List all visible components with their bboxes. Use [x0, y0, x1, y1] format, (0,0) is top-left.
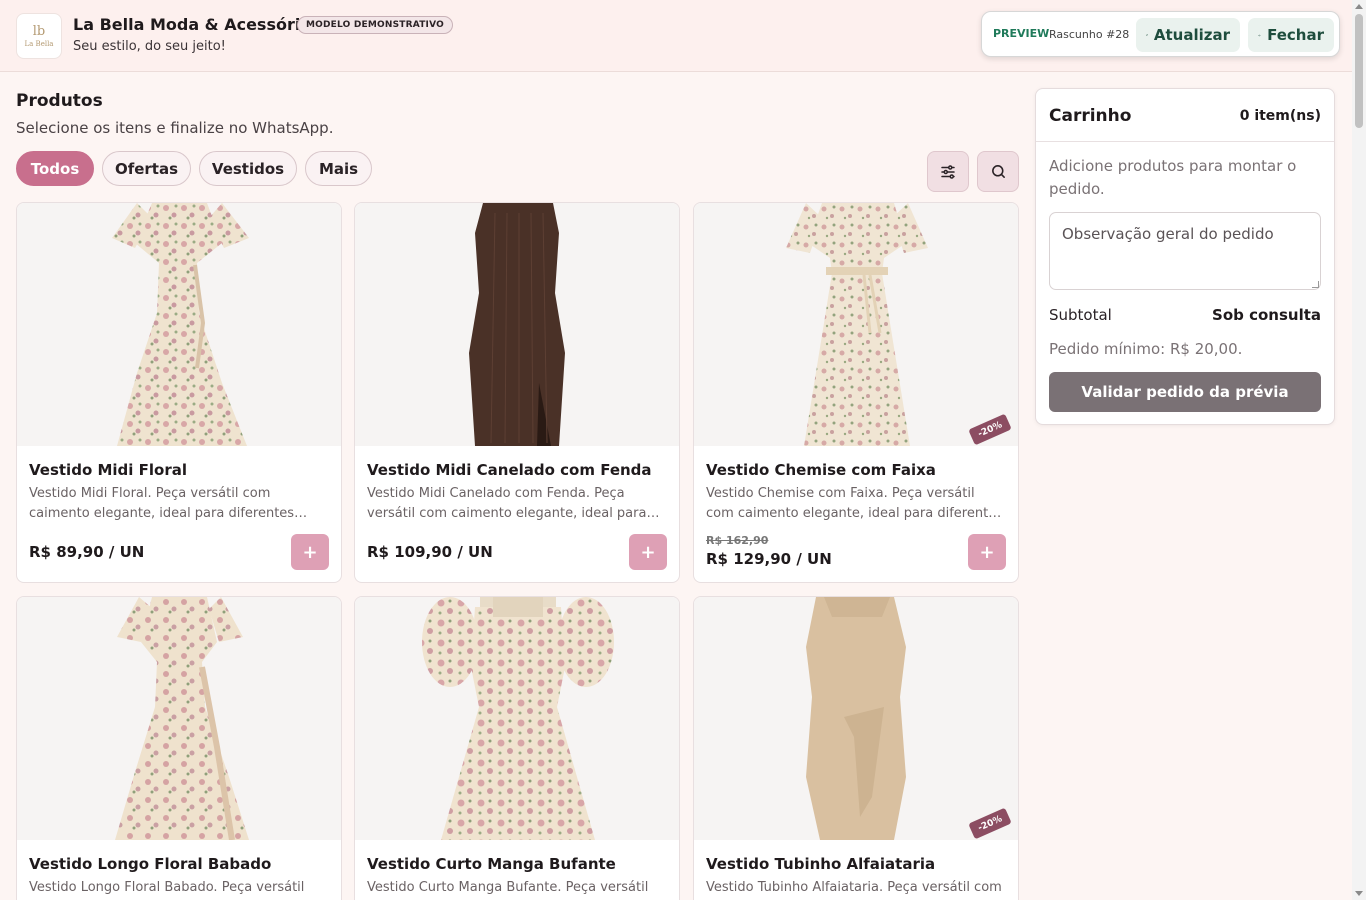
refresh-icon	[1146, 34, 1148, 36]
product-card[interactable]: Vestido Midi Canelado com Fenda Vestido …	[354, 202, 680, 583]
product-description: Vestido Midi Canelado com Fenda. Peça ve…	[367, 486, 647, 521]
product-name: Vestido Midi Canelado com Fenda	[367, 461, 652, 479]
product-name: Vestido Tubinho Alfaiataria	[706, 855, 936, 873]
close-label: Fechar	[1267, 26, 1324, 44]
product-description: Vestido Tubinho Alfaiataria. Peça versát…	[706, 880, 1002, 895]
minimum-order-text: Pedido mínimo: R$ 20,00.	[1049, 340, 1243, 358]
arrow-left-icon	[1258, 34, 1261, 36]
validate-order-button[interactable]: Validar pedido da prévia	[1049, 372, 1321, 412]
page-scrollbar[interactable]	[1352, 0, 1366, 900]
product-description: Vestido Midi Floral. Peça versátil com c…	[29, 486, 295, 521]
product-name: Vestido Longo Floral Babado	[29, 855, 272, 873]
product-card[interactable]: -20% Vestido Chemise com Faixa Vestido C…	[693, 202, 1019, 583]
product-photo[interactable]	[17, 203, 341, 446]
subtotal-label: Subtotal	[1049, 306, 1112, 324]
logo-monogram: lb	[32, 23, 46, 39]
store-logo[interactable]: lb La Bella	[16, 13, 62, 59]
cart-panel: Carrinho 0 item(ns) Adicione produtos pa…	[1035, 88, 1335, 425]
cart-empty-message: Adicione produtos para montar o pedido.	[1049, 157, 1297, 198]
preview-label: PREVIEW	[993, 27, 1050, 40]
sliders-icon	[941, 164, 955, 179]
product-description: Vestido Curto Manga Bufante. Peça versát…	[367, 880, 649, 895]
cart-title: Carrinho	[1049, 106, 1132, 126]
add-to-cart-button[interactable]: +	[629, 534, 667, 570]
product-description: Vestido Chemise com Faixa. Peça versátil…	[706, 486, 1003, 521]
filter-chip-mais[interactable]: Mais	[305, 151, 372, 186]
product-price: R$ 109,90 / UN	[367, 543, 493, 561]
refresh-button[interactable]: Atualizar	[1136, 18, 1240, 52]
product-old-price: R$ 162,90	[706, 534, 769, 547]
scroll-down-arrow[interactable]	[1355, 891, 1363, 896]
add-to-cart-button[interactable]: +	[291, 534, 329, 570]
product-name: Vestido Chemise com Faixa	[706, 461, 936, 479]
search-button[interactable]	[977, 151, 1019, 192]
products-title: Produtos	[16, 91, 103, 111]
product-price: R$ 129,90 / UN	[706, 550, 832, 568]
resize-grip-icon[interactable]	[1312, 281, 1319, 288]
store-name: La Bella Moda & Acessórios	[73, 15, 321, 34]
product-card[interactable]: Vestido Longo Floral Babado Vestido Long…	[16, 596, 342, 900]
scroll-thumb[interactable]	[1355, 14, 1363, 128]
cart-divider	[1036, 141, 1334, 142]
scroll-up-arrow[interactable]	[1355, 4, 1363, 9]
product-name: Vestido Curto Manga Bufante	[367, 855, 616, 873]
add-to-cart-button[interactable]: +	[968, 534, 1006, 570]
product-card[interactable]: Vestido Midi Floral Vestido Midi Floral.…	[16, 202, 342, 583]
search-icon	[991, 165, 1005, 178]
demo-badge: MODELO DEMONSTRATIVO	[297, 16, 453, 34]
product-card[interactable]: Vestido Curto Manga Bufante Vestido Curt…	[354, 596, 680, 900]
product-price: R$ 89,90 / UN	[29, 543, 145, 561]
filter-button[interactable]	[927, 151, 969, 192]
refresh-label: Atualizar	[1153, 26, 1230, 44]
products-subtitle: Selecione os itens e finalize no WhatsAp…	[16, 119, 334, 137]
product-photo[interactable]	[355, 597, 679, 840]
subtotal-value: Sob consulta	[1212, 306, 1321, 324]
store-tagline: Seu estilo, do seu jeito!	[73, 39, 226, 54]
preview-bar: PREVIEW Rascunho #28 Atualizar Fechar	[981, 11, 1340, 57]
product-name: Vestido Midi Floral	[29, 461, 187, 479]
cart-item-count: 0 item(ns)	[1239, 108, 1321, 124]
logo-name: La Bella	[24, 39, 54, 48]
filter-chip-ofertas[interactable]: Ofertas	[102, 151, 191, 186]
order-note-field[interactable]	[1049, 212, 1321, 290]
product-photo[interactable]	[17, 597, 341, 840]
filter-chip-todos[interactable]: Todos	[16, 151, 94, 186]
product-card[interactable]: -20% Vestido Tubinho Alfaiataria Vestido…	[693, 596, 1019, 900]
filter-chip-vestidos[interactable]: Vestidos	[199, 151, 297, 186]
product-photo[interactable]	[355, 203, 679, 446]
product-description: Vestido Longo Floral Babado. Peça versát…	[29, 880, 305, 895]
preview-draft: Rascunho #28	[1049, 28, 1130, 41]
product-photo[interactable]	[694, 597, 1018, 840]
close-button[interactable]: Fechar	[1248, 18, 1334, 52]
product-photo[interactable]	[694, 203, 1018, 446]
